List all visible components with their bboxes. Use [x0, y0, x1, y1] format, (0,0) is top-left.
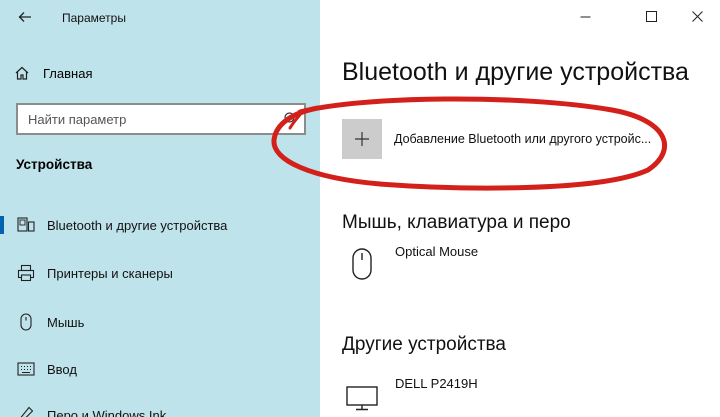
printer-icon	[17, 264, 35, 282]
group-title-mouse-keyboard: Мышь, клавиатура и перо	[342, 212, 571, 233]
minimize-icon	[580, 16, 590, 17]
sidebar-item-mouse[interactable]: Мышь	[0, 307, 320, 337]
home-icon	[15, 66, 29, 80]
sidebar-item-label: Перо и Windows Ink	[47, 407, 167, 417]
sidebar-item-label: Принтеры и сканеры	[47, 265, 173, 281]
sidebar-item-label: Ввод	[47, 361, 77, 377]
search-icon[interactable]	[280, 111, 296, 127]
mouse-icon	[342, 244, 382, 284]
section-title: Устройства	[16, 157, 93, 172]
add-device-label: Добавление Bluetooth или другого устройс…	[394, 132, 652, 146]
sidebar-item-home[interactable]: Главная	[14, 63, 92, 83]
add-device-button[interactable]: Добавление Bluetooth или другого устройс…	[342, 117, 712, 161]
search-box[interactable]	[16, 103, 306, 135]
sidebar: Параметры Главная Устройства Bluetooth и…	[0, 0, 320, 417]
sidebar-item-bluetooth[interactable]: Bluetooth и другие устройства	[0, 210, 320, 240]
sidebar-item-pen[interactable]: Перо и Windows Ink	[0, 400, 320, 417]
search-input[interactable]	[18, 105, 268, 133]
back-arrow-icon	[18, 12, 31, 22]
device-name: DELL P2419H	[395, 376, 478, 391]
maximize-button[interactable]	[628, 0, 674, 32]
bluetooth-devices-icon	[17, 216, 35, 234]
mouse-icon	[17, 313, 35, 331]
main-content: Bluetooth и другие устройства Добавление…	[320, 0, 720, 417]
plus-icon	[342, 119, 382, 159]
device-name: Optical Mouse	[395, 244, 479, 259]
maximize-icon	[645, 10, 657, 22]
page-title: Bluetooth и другие устройства	[342, 58, 689, 86]
sidebar-item-typing[interactable]: Ввод	[0, 354, 320, 384]
keyboard-icon	[17, 360, 35, 378]
sidebar-item-home-label: Главная	[43, 65, 93, 81]
back-button[interactable]	[14, 6, 36, 28]
minimize-button[interactable]	[562, 0, 608, 32]
pen-icon	[17, 406, 35, 417]
close-icon	[691, 10, 703, 22]
sidebar-item-printers[interactable]: Принтеры и сканеры	[0, 258, 320, 288]
close-button[interactable]	[674, 0, 720, 32]
sidebar-item-label: Мышь	[47, 314, 85, 330]
monitor-icon	[342, 376, 382, 416]
group-title-other-devices: Другие устройства	[342, 334, 506, 355]
app-title: Параметры	[62, 11, 126, 25]
sidebar-item-label: Bluetooth и другие устройства	[47, 217, 228, 233]
